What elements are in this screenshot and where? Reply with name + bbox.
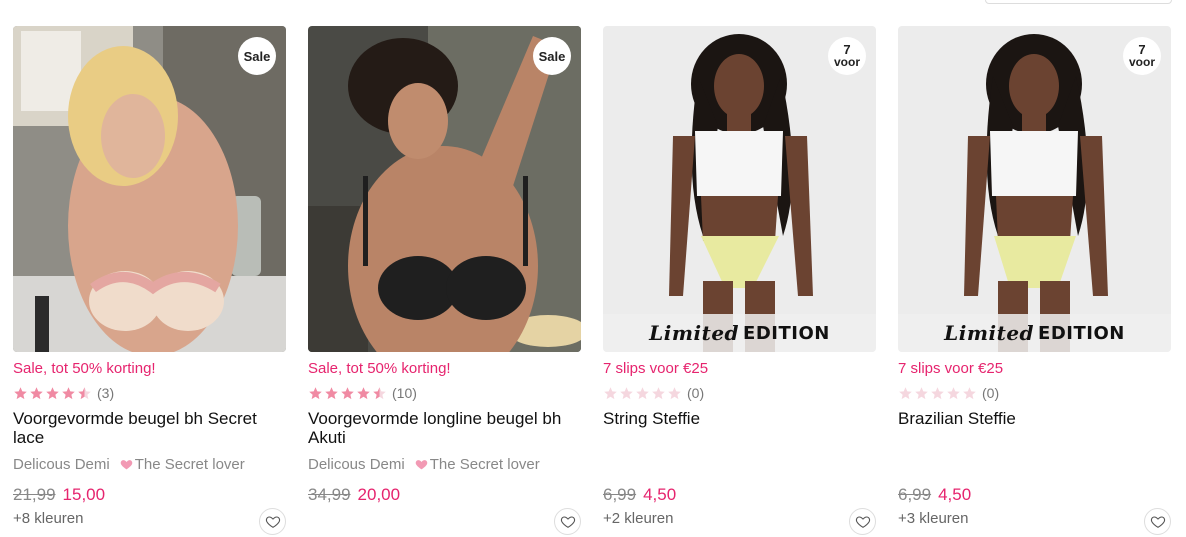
product-photo-yellow-lace-brazilian bbox=[898, 26, 1171, 352]
rating-count: (10) bbox=[392, 385, 417, 401]
product-image[interactable]: Sale bbox=[13, 26, 286, 352]
star-icon bbox=[604, 386, 617, 399]
color-count[interactable]: +2 kleuren bbox=[603, 510, 673, 527]
multibuy-badge: 7 voor bbox=[1123, 37, 1161, 75]
rating-stars bbox=[308, 386, 387, 401]
star-icon bbox=[46, 386, 59, 399]
product-grid: Sale Sale, tot 50% korting! (3) Voorgevo… bbox=[13, 26, 1173, 537]
color-count[interactable]: +8 kleuren bbox=[13, 510, 83, 527]
sale-price: 15,00 bbox=[62, 485, 106, 504]
star-icon bbox=[78, 386, 91, 399]
old-price: 6,99 bbox=[603, 485, 637, 504]
product-title[interactable]: Voorgevormde beugel bh Secret lace bbox=[13, 409, 286, 447]
star-icon bbox=[963, 386, 976, 399]
star-icon bbox=[652, 386, 665, 399]
limited-edition-banner: Limited EDITION bbox=[898, 314, 1171, 352]
product-card[interactable]: Sale Sale, tot 50% korting! (10) Voorgev… bbox=[308, 26, 581, 537]
wishlist-button[interactable] bbox=[259, 508, 286, 535]
promo-text: Sale, tot 50% korting! bbox=[308, 360, 451, 377]
heart-outline-icon bbox=[1150, 515, 1165, 528]
rating-stars bbox=[603, 386, 682, 401]
star-icon bbox=[14, 386, 27, 399]
sale-badge: Sale bbox=[533, 37, 571, 75]
product-title[interactable]: Brazilian Steffie bbox=[898, 409, 1171, 428]
rating-count: (0) bbox=[982, 385, 1000, 401]
star-icon bbox=[309, 386, 322, 399]
color-count[interactable]: +3 kleuren bbox=[898, 510, 968, 527]
rating-count: (0) bbox=[687, 385, 705, 401]
product-title[interactable]: Voorgevormde longline beugel bh Akuti bbox=[308, 409, 581, 447]
star-icon bbox=[30, 386, 43, 399]
product-photo-yellow-lace-string bbox=[603, 26, 876, 352]
heart-outline-icon bbox=[560, 515, 575, 528]
product-photo-black-lace-bra bbox=[308, 26, 581, 352]
star-icon bbox=[915, 386, 928, 399]
collection-tags: Delicous Demi The Secret lover bbox=[13, 456, 245, 473]
old-price: 6,99 bbox=[898, 485, 932, 504]
sale-badge: Sale bbox=[238, 37, 276, 75]
collection-tag[interactable]: The Secret lover bbox=[135, 456, 245, 473]
product-title[interactable]: String Steffie bbox=[603, 409, 876, 428]
collection-tag[interactable]: The Secret lover bbox=[430, 456, 540, 473]
star-icon bbox=[947, 386, 960, 399]
price: 6,99 4,50 bbox=[898, 485, 971, 505]
product-card[interactable]: 7 voor Limited EDITION 7 slips voor €25 … bbox=[603, 26, 876, 537]
old-price: 21,99 bbox=[13, 485, 56, 504]
star-icon bbox=[899, 386, 912, 399]
star-icon bbox=[636, 386, 649, 399]
rating: (0) bbox=[898, 384, 999, 402]
promo-text: 7 slips voor €25 bbox=[603, 360, 709, 377]
star-icon bbox=[341, 386, 354, 399]
rating-stars bbox=[898, 386, 977, 401]
old-price: 34,99 bbox=[308, 485, 351, 504]
wishlist-button[interactable] bbox=[849, 508, 876, 535]
heart-filled-icon bbox=[120, 460, 132, 470]
rating-count: (3) bbox=[97, 385, 115, 401]
sort-dropdown[interactable] bbox=[985, 0, 1172, 4]
wishlist-button[interactable] bbox=[1144, 508, 1171, 535]
rating: (10) bbox=[308, 384, 417, 402]
star-icon bbox=[373, 386, 386, 399]
product-card[interactable]: 7 voor Limited EDITION 7 slips voor €25 … bbox=[898, 26, 1171, 537]
heart-filled-icon bbox=[415, 460, 427, 470]
price: 34,99 20,00 bbox=[308, 485, 400, 505]
collection-tag[interactable]: Delicous Demi bbox=[13, 456, 110, 473]
promo-text: Sale, tot 50% korting! bbox=[13, 360, 156, 377]
heart-outline-icon bbox=[855, 515, 870, 528]
limited-edition-banner: Limited EDITION bbox=[603, 314, 876, 352]
star-icon bbox=[668, 386, 681, 399]
heart-outline-icon bbox=[265, 515, 280, 528]
price: 6,99 4,50 bbox=[603, 485, 676, 505]
sale-price: 20,00 bbox=[357, 485, 401, 504]
product-image[interactable]: 7 voor Limited EDITION bbox=[603, 26, 876, 352]
wishlist-button[interactable] bbox=[554, 508, 581, 535]
rating: (0) bbox=[603, 384, 704, 402]
star-icon bbox=[357, 386, 370, 399]
product-image[interactable]: Sale bbox=[308, 26, 581, 352]
product-card[interactable]: Sale Sale, tot 50% korting! (3) Voorgevo… bbox=[13, 26, 286, 537]
product-image[interactable]: 7 voor Limited EDITION bbox=[898, 26, 1171, 352]
collection-tags: Delicous Demi The Secret lover bbox=[308, 456, 540, 473]
promo-text: 7 slips voor €25 bbox=[898, 360, 1004, 377]
multibuy-badge: 7 voor bbox=[828, 37, 866, 75]
star-icon bbox=[620, 386, 633, 399]
rating: (3) bbox=[13, 384, 114, 402]
rating-stars bbox=[13, 386, 92, 401]
star-icon bbox=[325, 386, 338, 399]
sale-price: 4,50 bbox=[643, 485, 677, 504]
collection-tag[interactable]: Delicous Demi bbox=[308, 456, 405, 473]
star-icon bbox=[62, 386, 75, 399]
price: 21,99 15,00 bbox=[13, 485, 105, 505]
star-icon bbox=[931, 386, 944, 399]
product-photo-blonde-lace-bra bbox=[13, 26, 286, 352]
sale-price: 4,50 bbox=[938, 485, 972, 504]
